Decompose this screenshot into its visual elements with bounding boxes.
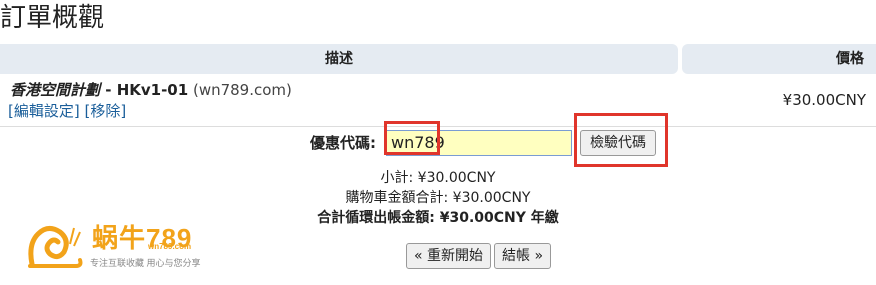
highlight-box-promo-input: [384, 121, 440, 155]
highlight-box-validate-button: [574, 113, 668, 167]
watermark-url: wn789.com: [148, 242, 192, 251]
row-price: ¥30.00CNY: [782, 91, 866, 109]
order-totals: 小計: ¥30.00CNY 購物車金額合計: ¥30.00CNY 合計循環出帳金…: [300, 168, 576, 228]
column-header-description: 描述: [0, 44, 678, 74]
column-header-price: 價格: [682, 44, 876, 74]
product-group: 香港空間計劃: [10, 81, 101, 99]
edit-config-link[interactable]: [編輯設定]: [8, 102, 80, 120]
subtotal: 小計: ¥30.00CNY: [380, 170, 496, 186]
promo-code-label: 優惠代碼:: [310, 134, 376, 152]
page-title: 訂單概觀: [0, 3, 105, 33]
product-separator: -: [100, 81, 117, 99]
restart-button[interactable]: « 重新開始: [406, 243, 492, 269]
table-row: 香港空間計劃 - HKv1-01 (wn789.com) [編輯設定] [移除]…: [0, 78, 876, 127]
snail-icon: [28, 226, 83, 268]
product-line: 香港空間計劃 - HKv1-01 (wn789.com): [10, 80, 292, 100]
remove-link[interactable]: [移除]: [85, 102, 127, 120]
action-buttons: « 重新開始 結帳 »: [406, 243, 554, 269]
recurring-total: 合計循環出帳金額: ¥30.00CNY 年繳: [317, 210, 559, 226]
row-actions: [編輯設定] [移除]: [8, 101, 126, 121]
product-domain: (wn789.com): [192, 81, 292, 99]
watermark-logo: 蜗牛789 wn789.com 专注互联收藏 用心与您分享: [26, 214, 246, 274]
cart-total: 購物車金額合計: ¥30.00CNY: [345, 190, 531, 206]
watermark-tagline: 专注互联收藏 用心与您分享: [90, 258, 201, 268]
column-header-price-label: 價格: [836, 51, 864, 67]
product-name: HKv1-01: [116, 81, 189, 99]
table-header: 描述 價格: [0, 44, 876, 74]
checkout-button[interactable]: 結帳 »: [494, 243, 552, 269]
